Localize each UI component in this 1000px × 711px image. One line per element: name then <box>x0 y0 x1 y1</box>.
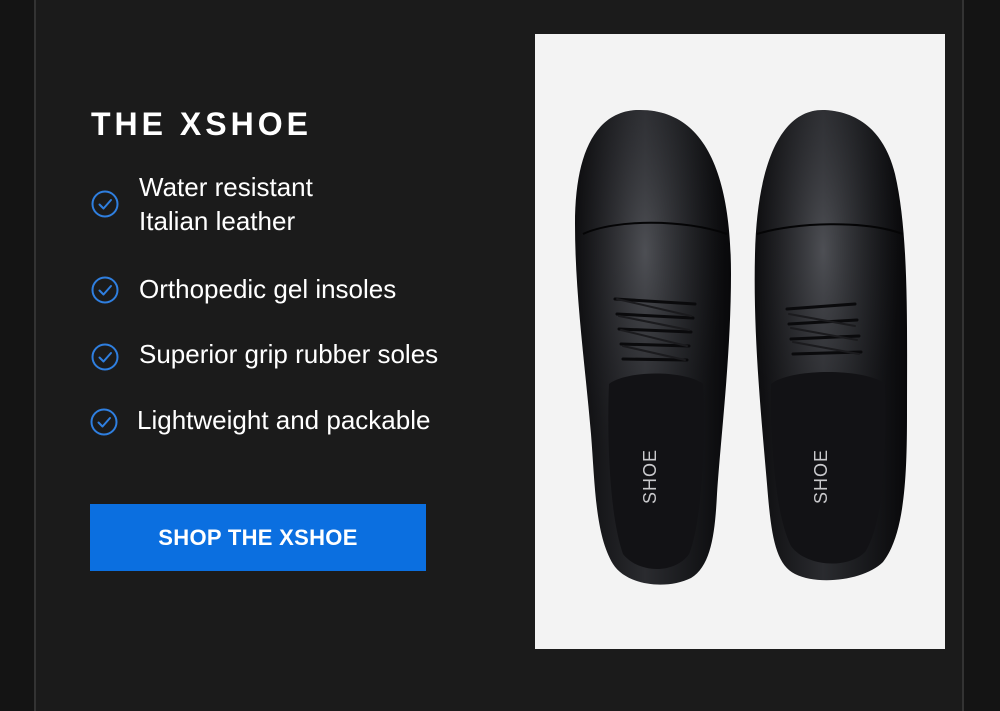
shoes-illustration: SHOE SHOE <box>575 109 908 585</box>
feature-item: Orthopedic gel insoles <box>90 272 510 306</box>
check-circle-icon <box>91 343 119 371</box>
feature-item: Lightweight and packable <box>90 403 510 437</box>
check-circle-icon <box>91 190 119 218</box>
insole-brand-right: SHOE <box>811 449 831 504</box>
feature-label: Lightweight and packable <box>137 405 431 435</box>
feature-label: Orthopedic gel insoles <box>139 274 397 304</box>
promo-title: THE XSHOE <box>91 106 312 142</box>
left-shoe: SHOE <box>575 109 731 585</box>
email-frame: THE XSHOE Water resistant Italian leathe… <box>0 0 1000 711</box>
right-shoe: SHOE <box>754 109 908 581</box>
feature-item: Water resistant Italian leather <box>90 170 510 240</box>
shop-xshoe-button[interactable]: SHOP THE XSHOE <box>90 504 426 571</box>
insole-brand-left: SHOE <box>640 449 660 504</box>
product-photo[interactable]: SHOE SHOE <box>535 34 945 649</box>
feature-label: Superior grip rubber soles <box>139 339 439 369</box>
check-circle-icon <box>90 408 118 436</box>
check-circle-icon <box>91 276 119 304</box>
feature-item: Superior grip rubber soles <box>90 337 510 371</box>
feature-label: Water resistant Italian leather <box>139 172 313 236</box>
